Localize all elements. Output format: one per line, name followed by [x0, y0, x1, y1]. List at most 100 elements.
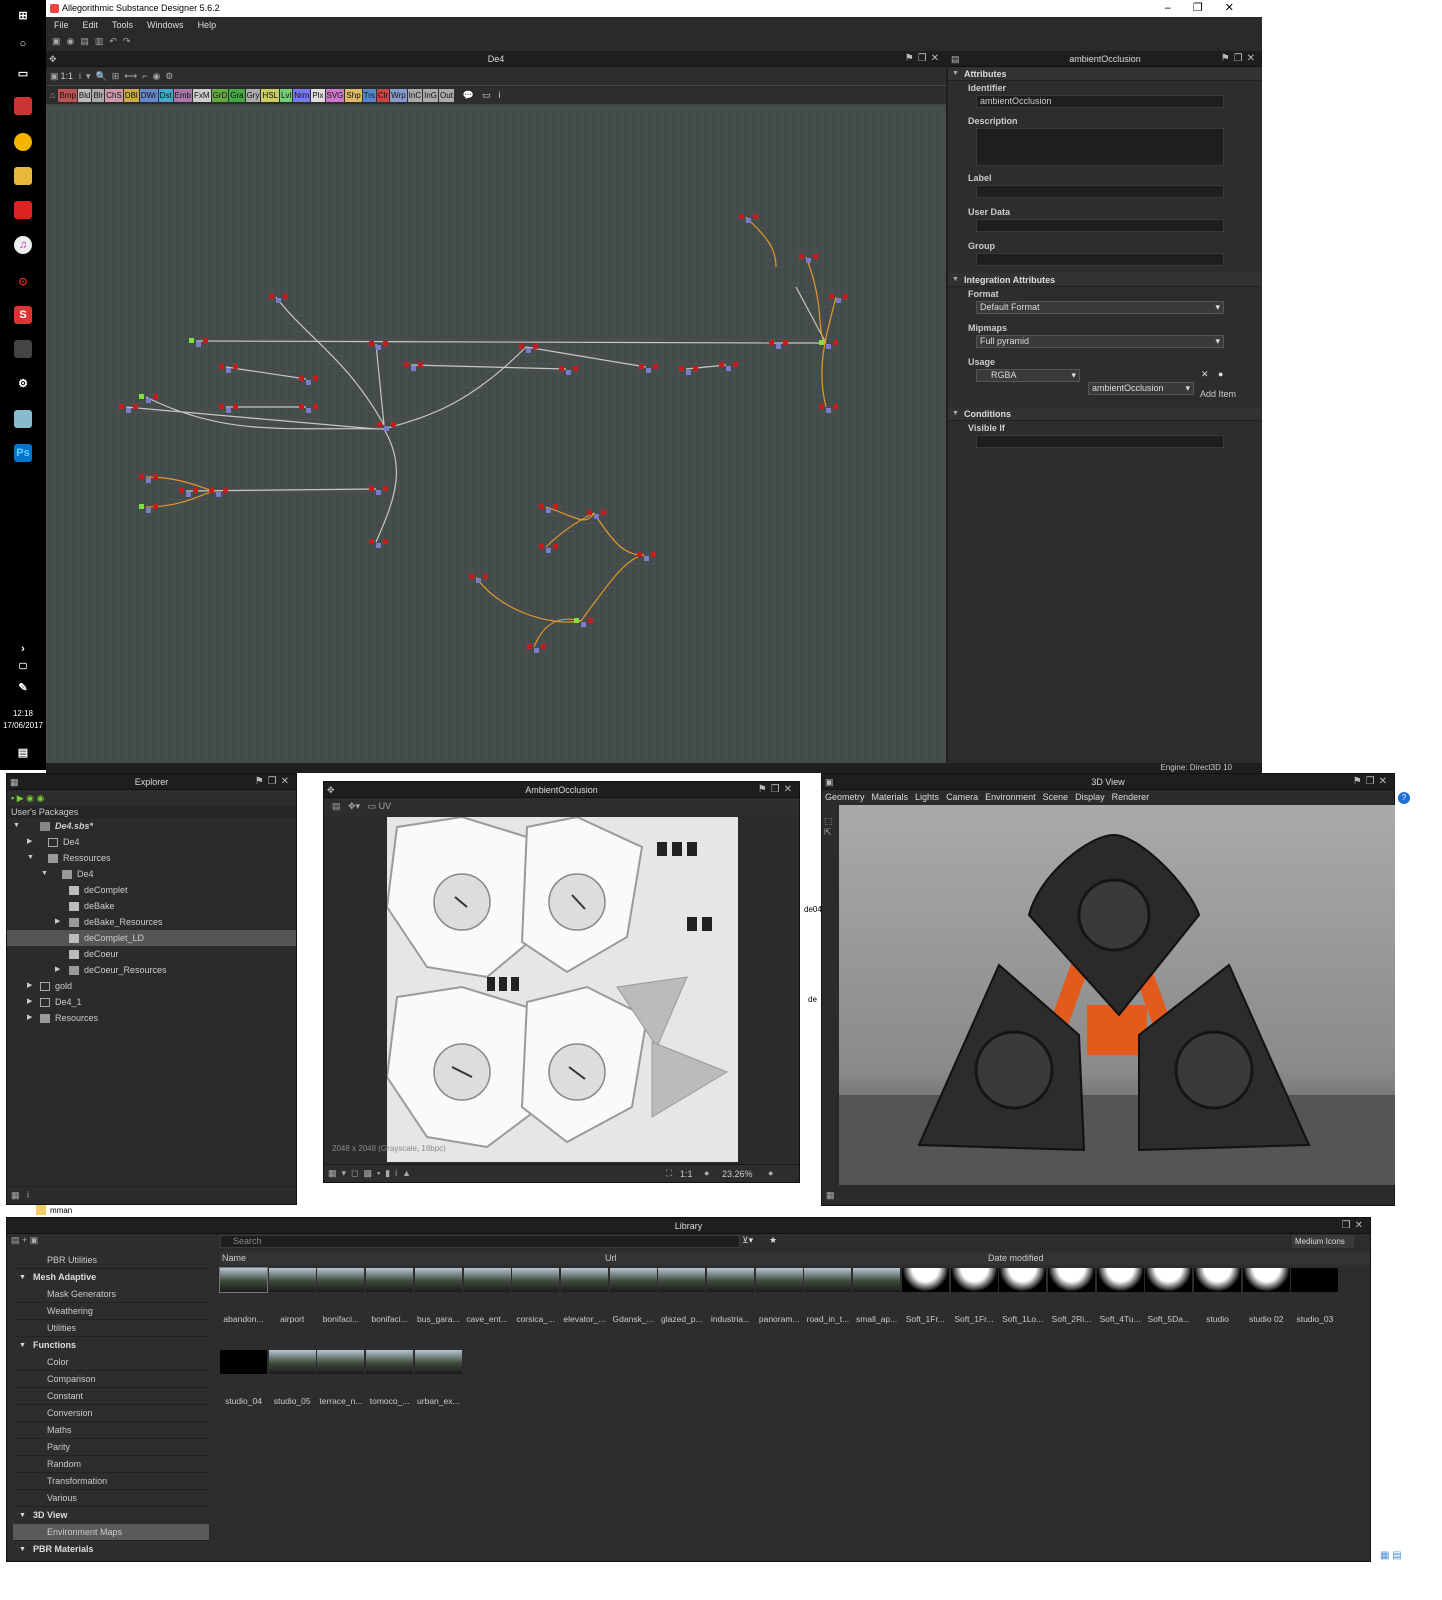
explorer-toolbar[interactable]: ▪ ▶ ◉ ◉	[7, 790, 296, 806]
graph-node[interactable]	[693, 366, 698, 371]
description-field[interactable]	[976, 128, 1224, 166]
node-type-button[interactable]: ChS	[105, 88, 123, 102]
node-type-button[interactable]: Plx	[311, 88, 325, 102]
fit-icon[interactable]: ▣	[50, 71, 59, 82]
graph-node[interactable]	[146, 398, 151, 403]
graph-node[interactable]	[546, 548, 551, 553]
environment-label[interactable]: urban_ex...	[414, 1396, 463, 1406]
library-subcategory[interactable]: Various	[13, 1490, 209, 1507]
environment-thumbnail[interactable]	[560, 1268, 608, 1292]
graph-node[interactable]	[806, 258, 811, 263]
environment-thumbnail[interactable]	[268, 1268, 316, 1292]
graph-node[interactable]	[686, 370, 691, 375]
environment-label[interactable]: studio	[1193, 1314, 1242, 1324]
environment-label[interactable]: road_in_t...	[803, 1314, 852, 1324]
graph-node[interactable]	[283, 294, 288, 299]
graph-node[interactable]	[833, 404, 838, 409]
environment-thumbnail[interactable]	[609, 1268, 657, 1292]
menu-environment[interactable]: Environment	[985, 790, 1036, 804]
environment-thumbnail[interactable]	[366, 1268, 414, 1292]
graph-node[interactable]	[836, 298, 841, 303]
menu-materials[interactable]: Materials	[872, 790, 909, 804]
environment-label[interactable]: Soft_1Fr...	[901, 1314, 950, 1324]
graph-node[interactable]	[306, 408, 311, 413]
window-controls[interactable]: –❐✕	[1165, 0, 1256, 17]
graph-node[interactable]	[233, 364, 238, 369]
visibleif-field[interactable]	[976, 435, 1224, 448]
environment-thumbnail[interactable]	[414, 1268, 462, 1292]
menu-geometry[interactable]: Geometry	[825, 790, 865, 804]
graph-node[interactable]	[587, 510, 592, 515]
3d-tool-icons[interactable]: ⬚ ⇱	[824, 816, 833, 838]
environment-thumbnail[interactable]	[463, 1268, 511, 1292]
col-name[interactable]: Name	[222, 1252, 246, 1265]
chrome-icon[interactable]	[14, 133, 32, 151]
environment-label[interactable]: Soft_1Fr...	[950, 1314, 999, 1324]
node-type-button[interactable]: Clr	[376, 88, 390, 102]
graph-node[interactable]	[644, 556, 649, 561]
adobe-cc-icon[interactable]	[14, 201, 32, 219]
environment-thumbnail[interactable]	[1242, 1268, 1290, 1292]
tree-item-package[interactable]: ▼ De4.sbs*	[7, 818, 296, 834]
graph-node[interactable]	[376, 490, 381, 495]
node-type-button[interactable]: FxM	[193, 88, 211, 102]
node-type-button[interactable]: Bld	[77, 88, 92, 102]
ao-zoom[interactable]: 23.26%	[722, 1169, 753, 1179]
graph-node[interactable]	[139, 504, 144, 509]
node-type-button[interactable]: Shp	[345, 88, 362, 102]
graph-node[interactable]	[233, 404, 238, 409]
itunes-icon[interactable]: ♫	[14, 236, 32, 254]
graph-node[interactable]	[299, 404, 304, 409]
graph-node[interactable]	[639, 364, 644, 369]
graph-node[interactable]	[594, 514, 599, 519]
zoom-out-icon[interactable]: ●	[704, 1168, 709, 1178]
environment-label[interactable]: abandon...	[219, 1314, 268, 1324]
environment-label[interactable]: Soft_1Lo...	[998, 1314, 1047, 1324]
section-attributes[interactable]: Attributes	[948, 67, 1262, 81]
environment-thumbnail[interactable]	[853, 1268, 901, 1292]
graph-node[interactable]	[313, 404, 318, 409]
tree-item-graph[interactable]: ▶ De4	[7, 834, 296, 850]
settings-gear-icon[interactable]: ⚙	[14, 374, 32, 392]
graph-node[interactable]	[153, 474, 158, 479]
panel-controls[interactable]: ❐✕	[1342, 1218, 1367, 1234]
graph-node[interactable]	[581, 622, 586, 627]
environment-label[interactable]: Gdansk_...	[609, 1314, 658, 1324]
graph-node[interactable]	[526, 348, 531, 353]
environment-label[interactable]: corsica_...	[511, 1314, 560, 1324]
environment-thumbnail[interactable]	[1096, 1268, 1144, 1292]
environment-label[interactable]: bonifaci...	[365, 1314, 414, 1324]
environment-label[interactable]: industria...	[706, 1314, 755, 1324]
graph-node[interactable]	[196, 342, 201, 347]
environment-label[interactable]: studio 02	[1242, 1314, 1291, 1324]
graph-node[interactable]	[826, 344, 831, 349]
panel-controls[interactable]: ⚑❐✕	[1221, 51, 1259, 67]
col-date[interactable]: Date modified	[988, 1252, 1044, 1265]
node-type-button[interactable]: GrD	[211, 88, 229, 102]
graph-node[interactable]	[193, 488, 198, 493]
graph-node[interactable]	[783, 340, 788, 345]
tree-item-selected[interactable]: deComplet_LD	[7, 930, 296, 946]
graph-node[interactable]	[189, 338, 194, 343]
3d-viewport[interactable]	[839, 805, 1395, 1185]
graph-node[interactable]	[813, 254, 818, 259]
graph-node[interactable]	[209, 488, 214, 493]
channel-icons[interactable]: ▦▾◻▩▪▮i▲	[328, 1168, 416, 1179]
zoom-ratio[interactable]: 1:1	[61, 71, 74, 81]
graph-node[interactable]	[276, 298, 281, 303]
graph-node[interactable]	[519, 344, 524, 349]
graph-node[interactable]	[369, 341, 374, 346]
graph-node[interactable]	[651, 552, 656, 557]
graph-node[interactable]	[384, 426, 389, 431]
graph-node[interactable]	[719, 362, 724, 367]
help-icon[interactable]: ?	[1398, 792, 1410, 804]
library-subcategory[interactable]: Maths	[13, 1422, 209, 1439]
library-search[interactable]: Search	[220, 1235, 740, 1248]
graph-node[interactable]	[219, 404, 224, 409]
graph-node[interactable]	[833, 340, 838, 345]
graph-node[interactable]	[733, 362, 738, 367]
environment-thumbnail[interactable]	[707, 1268, 754, 1292]
environment-thumbnail[interactable]	[658, 1268, 706, 1292]
tree-item-bitmap[interactable]: deComplet	[7, 882, 296, 898]
menu-scene[interactable]: Scene	[1043, 790, 1069, 804]
